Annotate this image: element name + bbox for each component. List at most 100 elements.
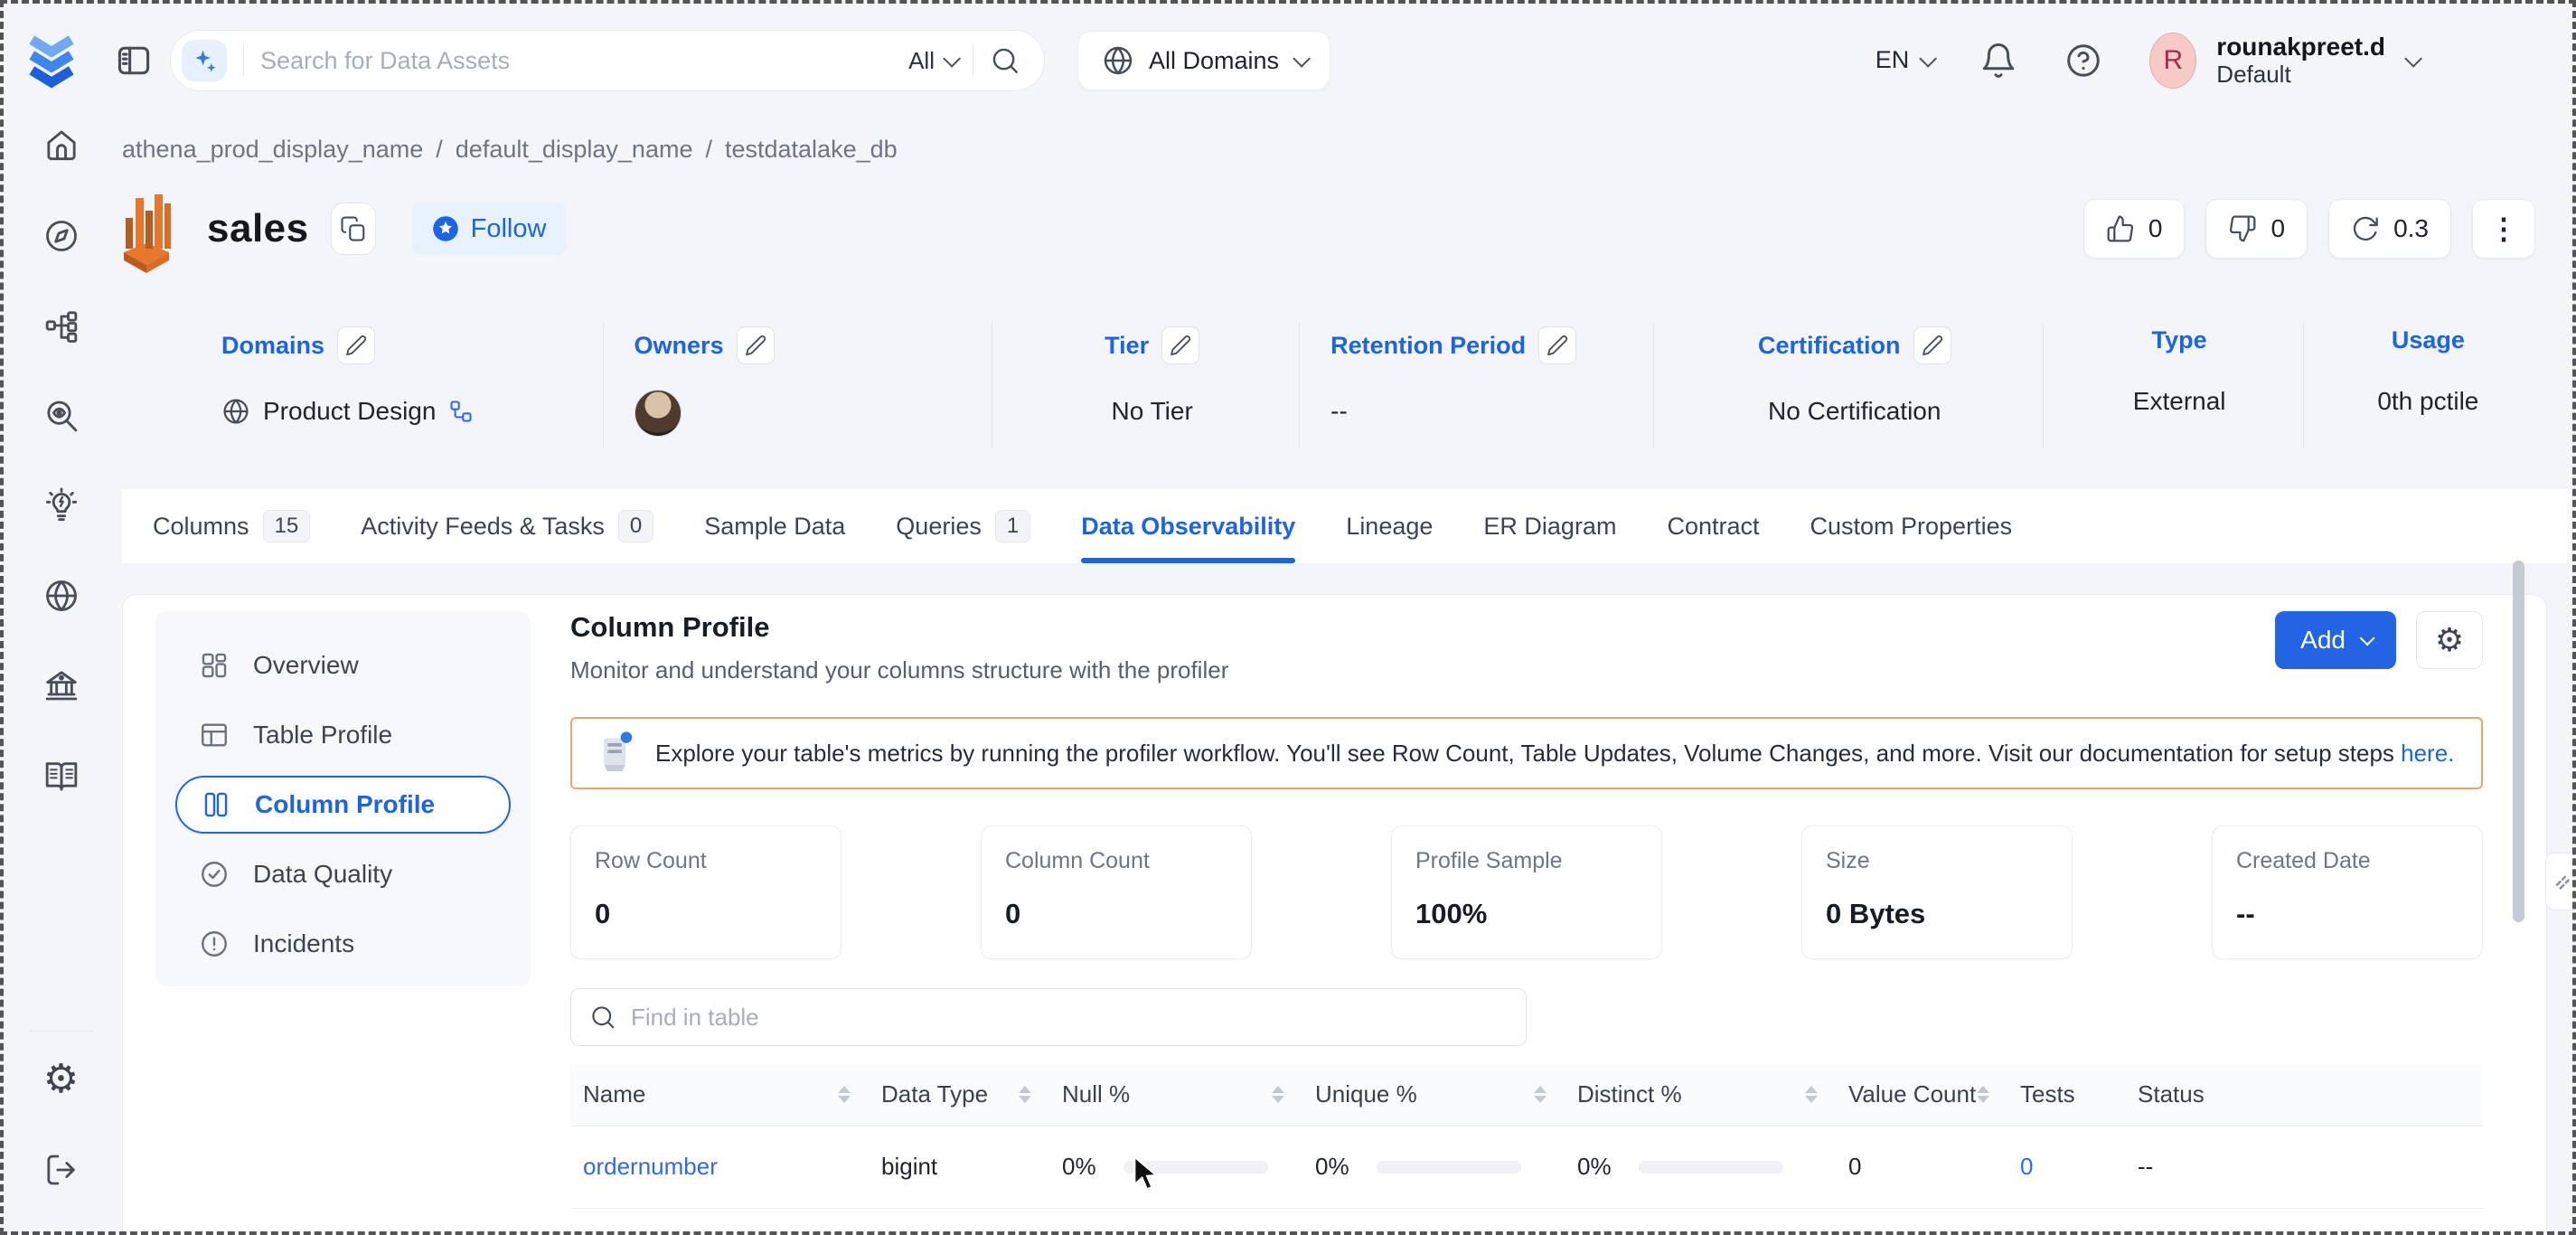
tab-columns[interactable]: Columns15 [153, 489, 310, 563]
column-header-value-count[interactable]: Value Count [1836, 1064, 2007, 1126]
table-body: ordernumberbigint0%0%0%00--quantityorder… [570, 1126, 2483, 1235]
explore-compass-icon[interactable] [34, 212, 89, 261]
all-domains-dropdown[interactable]: All Domains [1077, 31, 1330, 90]
stat-label: Row Count [595, 848, 817, 874]
stat-card-profile-sample: Profile Sample100% [1391, 825, 1662, 959]
tab-sample-data[interactable]: Sample Data [704, 489, 845, 563]
search-input[interactable] [260, 47, 908, 75]
edit-pencil-icon[interactable] [737, 326, 775, 364]
tab-label: ER Diagram [1483, 513, 1616, 541]
breadcrumb-database[interactable]: default_display_name [456, 136, 693, 164]
column-name-link[interactable]: ordernumber [583, 1153, 718, 1180]
edit-pencil-icon[interactable] [337, 326, 375, 364]
tab-data-observability[interactable]: Data Observability [1081, 489, 1295, 563]
search-icon[interactable] [990, 45, 1020, 76]
section-title: Column Profile [570, 611, 1228, 644]
domains-globe-icon[interactable] [34, 571, 89, 621]
column-header-inner: Tests [2020, 1080, 2112, 1108]
column-header-distinct[interactable]: Distinct % [1565, 1064, 1836, 1126]
tab-count-badge: 1 [995, 510, 1030, 542]
glossary-book-icon[interactable] [34, 751, 89, 801]
tab-label: Sample Data [704, 513, 845, 541]
subnav-item-overview[interactable]: Overview [175, 636, 511, 694]
domain-value[interactable]: Product Design [263, 397, 436, 426]
banner-here-link[interactable]: here. [2401, 740, 2454, 767]
athena-service-icon [118, 184, 174, 274]
downvote-button[interactable]: 0 [2205, 199, 2308, 259]
sort-icon[interactable] [1272, 1086, 1284, 1103]
ai-sparkle-icon[interactable] [182, 40, 227, 81]
sort-icon[interactable] [1805, 1086, 1818, 1103]
meta-group-header: Owners [635, 326, 974, 364]
global-search-bar[interactable]: All [170, 30, 1045, 91]
subnav-item-column-profile[interactable]: Column Profile [175, 776, 511, 834]
follow-button[interactable]: Follow [412, 203, 567, 255]
tab-activity-feeds-tasks[interactable]: Activity Feeds & Tasks0 [361, 489, 653, 563]
tab-queries[interactable]: Queries1 [896, 489, 1030, 563]
subnav-item-data-quality[interactable]: Data Quality [175, 845, 511, 903]
subdomain-icon [448, 399, 474, 424]
tab-lineage[interactable]: Lineage [1346, 489, 1433, 563]
settings-gear-icon[interactable]: ⚙ [34, 1055, 89, 1105]
sidebar-toggle-icon[interactable] [114, 40, 155, 81]
edit-pencil-icon[interactable] [1913, 326, 1951, 364]
percent-cell: 0% [1315, 1153, 1552, 1181]
data-flow-icon[interactable] [34, 301, 89, 351]
entity-tabs: Columns15 Activity Feeds & Tasks0 Sample D… [122, 489, 2576, 563]
vertical-scrollbar-thumb[interactable] [2513, 561, 2524, 922]
governance-bank-icon[interactable] [34, 661, 89, 711]
meta-group-usage: Usage0th pctile [2303, 321, 2540, 449]
version-history-button[interactable]: 0.3 [2328, 199, 2451, 259]
entity-meta-row: DomainsProduct DesignOwnersTierNo TierRe… [122, 321, 2576, 449]
sort-icon[interactable] [1977, 1086, 1989, 1103]
panel-resize-handle[interactable] [2545, 853, 2576, 910]
column-header-data-type[interactable]: Data Type [869, 1064, 1049, 1126]
upvote-button[interactable]: 0 [2083, 199, 2186, 259]
find-in-table-box[interactable] [570, 988, 1527, 1046]
more-options-kebab-icon[interactable]: ⋮ [2472, 199, 2535, 259]
top-bar: All All Domains EN [0, 0, 2576, 121]
app-logo-icon[interactable] [25, 29, 78, 92]
meta-group-domains: DomainsProduct Design [221, 321, 603, 449]
meta-group-header: Certification [1685, 326, 2025, 364]
cell-name: quantityordered [570, 1208, 869, 1235]
search-scope-dropdown[interactable]: All [908, 47, 956, 75]
tab-er-diagram[interactable]: ER Diagram [1483, 489, 1616, 563]
edit-pencil-icon[interactable] [1161, 326, 1199, 364]
tab-contract[interactable]: Contract [1667, 489, 1759, 563]
notifications-bell-icon[interactable] [1979, 42, 2017, 80]
tab-custom-properties[interactable]: Custom Properties [1810, 489, 2013, 563]
column-header-unique[interactable]: Unique % [1302, 1064, 1565, 1126]
observability-search-eye-icon[interactable] [34, 391, 89, 441]
user-menu[interactable]: R rounakpreet.d Default [2149, 33, 2418, 89]
stat-value: 0 Bytes [1826, 898, 2048, 930]
avatar-initial: R [2163, 45, 2183, 76]
column-header-inner: Unique % [1315, 1080, 1552, 1108]
breadcrumb-schema[interactable]: testdatalake_db [725, 136, 898, 164]
column-header-tests: Tests [2007, 1064, 2125, 1126]
language-dropdown[interactable]: EN [1876, 46, 1933, 74]
owner-avatar[interactable] [635, 390, 682, 437]
breadcrumb-service[interactable]: athena_prod_display_name [122, 136, 423, 164]
home-icon[interactable] [34, 121, 89, 171]
find-in-table-input[interactable] [631, 1004, 1508, 1032]
logout-icon[interactable] [34, 1145, 89, 1194]
copy-icon[interactable] [331, 203, 376, 255]
subnav-item-incidents[interactable]: Incidents [175, 915, 511, 973]
meta-value-text: No Certification [1768, 397, 1941, 426]
cell-unique-pct: 0% [1302, 1126, 1565, 1208]
table-row: quantityorderedbigint0%0%0%00-- [570, 1208, 2483, 1235]
settings-gear-icon[interactable]: ⚙ [2416, 611, 2483, 669]
meta-value: 0th pctile [2335, 380, 2522, 423]
help-icon[interactable] [2064, 42, 2102, 80]
insights-bulb-icon[interactable] [34, 481, 89, 531]
sort-icon[interactable] [838, 1086, 851, 1103]
sort-icon[interactable] [1534, 1086, 1547, 1103]
edit-pencil-icon[interactable] [1538, 326, 1576, 364]
add-button[interactable]: Add [2275, 611, 2396, 669]
tests-link[interactable]: 0 [2020, 1153, 2033, 1180]
sort-icon[interactable] [1019, 1086, 1031, 1103]
subnav-item-table-profile[interactable]: Table Profile [175, 706, 511, 764]
column-header-null[interactable]: Null % [1049, 1064, 1302, 1126]
column-header-name[interactable]: Name [570, 1064, 869, 1126]
